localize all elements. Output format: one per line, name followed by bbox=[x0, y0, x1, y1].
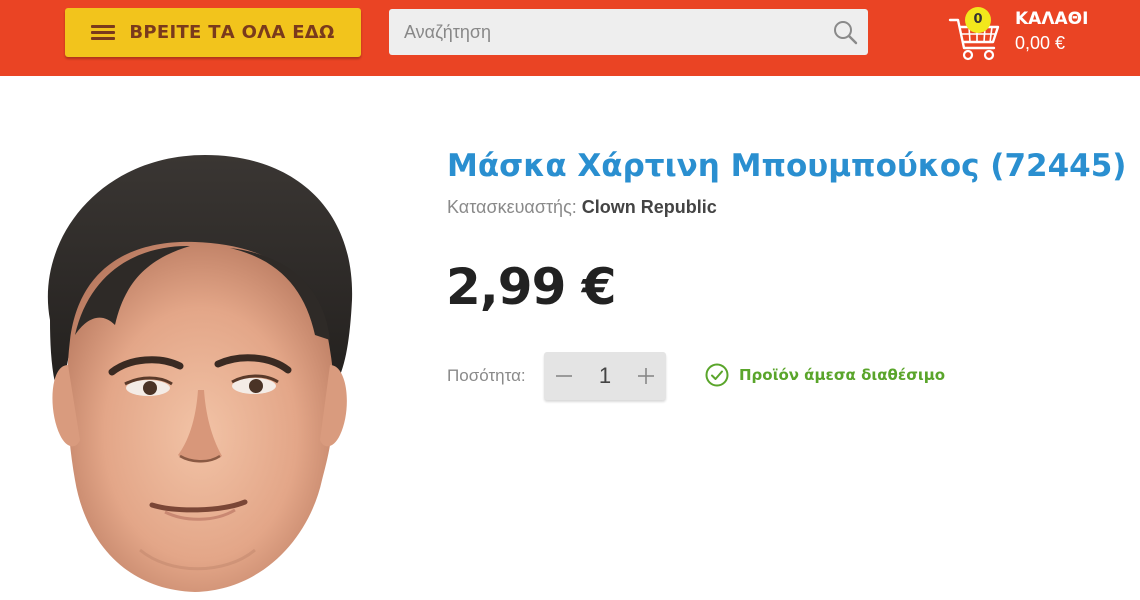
plus-icon bbox=[638, 368, 654, 384]
product-title: Μάσκα Χάρτινη Μπουμπούκος (72445) bbox=[447, 148, 1127, 184]
manufacturer-line: Κατασκευαστής: Clown Republic bbox=[447, 197, 717, 218]
cart-button[interactable]: 0 ΚΑΛΑΘΙ 0,00 € bbox=[948, 6, 1128, 66]
quantity-decrease-button[interactable] bbox=[544, 352, 584, 400]
availability-text: Προϊόν άμεσα διαθέσιμο bbox=[739, 366, 946, 384]
manufacturer-label: Κατασκευαστής: bbox=[447, 197, 577, 217]
quantity-stepper: 1 bbox=[544, 352, 666, 400]
site-header: ΒΡΕΙΤΕ ΤΑ ΟΛΑ ΕΔΩ 0 ΚΑΛΑΘΙ 0,00 € bbox=[0, 0, 1140, 76]
check-circle-icon bbox=[705, 363, 729, 387]
cart-title: ΚΑΛΑΘΙ bbox=[1015, 9, 1089, 29]
manufacturer-name-link[interactable]: Clown Republic bbox=[582, 197, 717, 217]
availability-status: Προϊόν άμεσα διαθέσιμο bbox=[705, 363, 945, 387]
cart-total: 0,00 € bbox=[1015, 33, 1066, 53]
search-input[interactable] bbox=[389, 9, 822, 55]
search-bar bbox=[389, 9, 868, 55]
quantity-increase-button[interactable] bbox=[626, 352, 666, 400]
hamburger-icon bbox=[91, 25, 116, 40]
categories-menu-button[interactable]: ΒΡΕΙΤΕ ΤΑ ΟΛΑ ΕΔΩ bbox=[65, 8, 361, 57]
product-image bbox=[47, 155, 353, 593]
quantity-value[interactable]: 1 bbox=[585, 363, 625, 389]
product-price: 2,99 € bbox=[446, 258, 617, 316]
quantity-label: Ποσότητα: bbox=[447, 366, 526, 385]
minus-icon bbox=[556, 375, 572, 377]
cart-count-badge: 0 bbox=[965, 7, 991, 33]
search-icon[interactable] bbox=[822, 9, 868, 55]
categories-menu-label: ΒΡΕΙΤΕ ΤΑ ΟΛΑ ΕΔΩ bbox=[129, 22, 335, 43]
